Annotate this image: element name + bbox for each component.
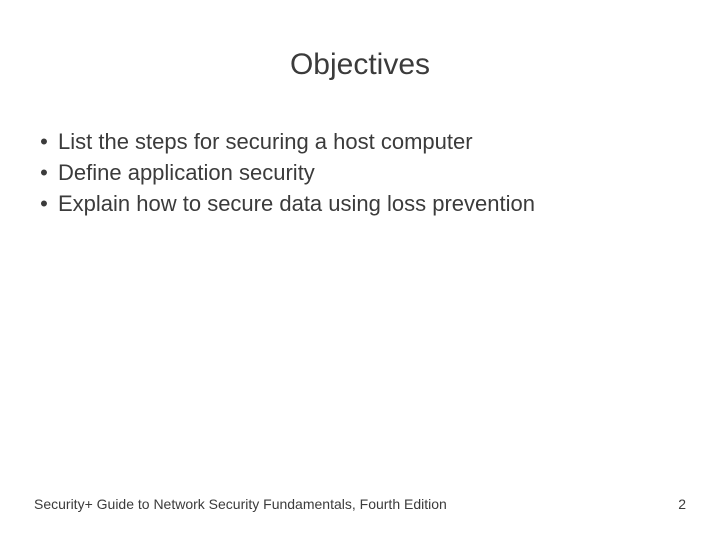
slide-title: Objectives: [0, 0, 720, 82]
page-number: 2: [678, 496, 686, 512]
footer-text: Security+ Guide to Network Security Fund…: [34, 496, 447, 512]
list-item: • Explain how to secure data using loss …: [30, 188, 690, 219]
slide-footer: Security+ Guide to Network Security Fund…: [34, 496, 686, 512]
bullet-text: Explain how to secure data using loss pr…: [58, 188, 535, 219]
bullet-text: Define application security: [58, 157, 315, 188]
bullet-list: • List the steps for securing a host com…: [0, 82, 720, 220]
list-item: • Define application security: [30, 157, 690, 188]
bullet-icon: •: [30, 126, 58, 157]
bullet-icon: •: [30, 157, 58, 188]
bullet-text: List the steps for securing a host compu…: [58, 126, 473, 157]
slide: Objectives • List the steps for securing…: [0, 0, 720, 540]
bullet-icon: •: [30, 188, 58, 219]
list-item: • List the steps for securing a host com…: [30, 126, 690, 157]
